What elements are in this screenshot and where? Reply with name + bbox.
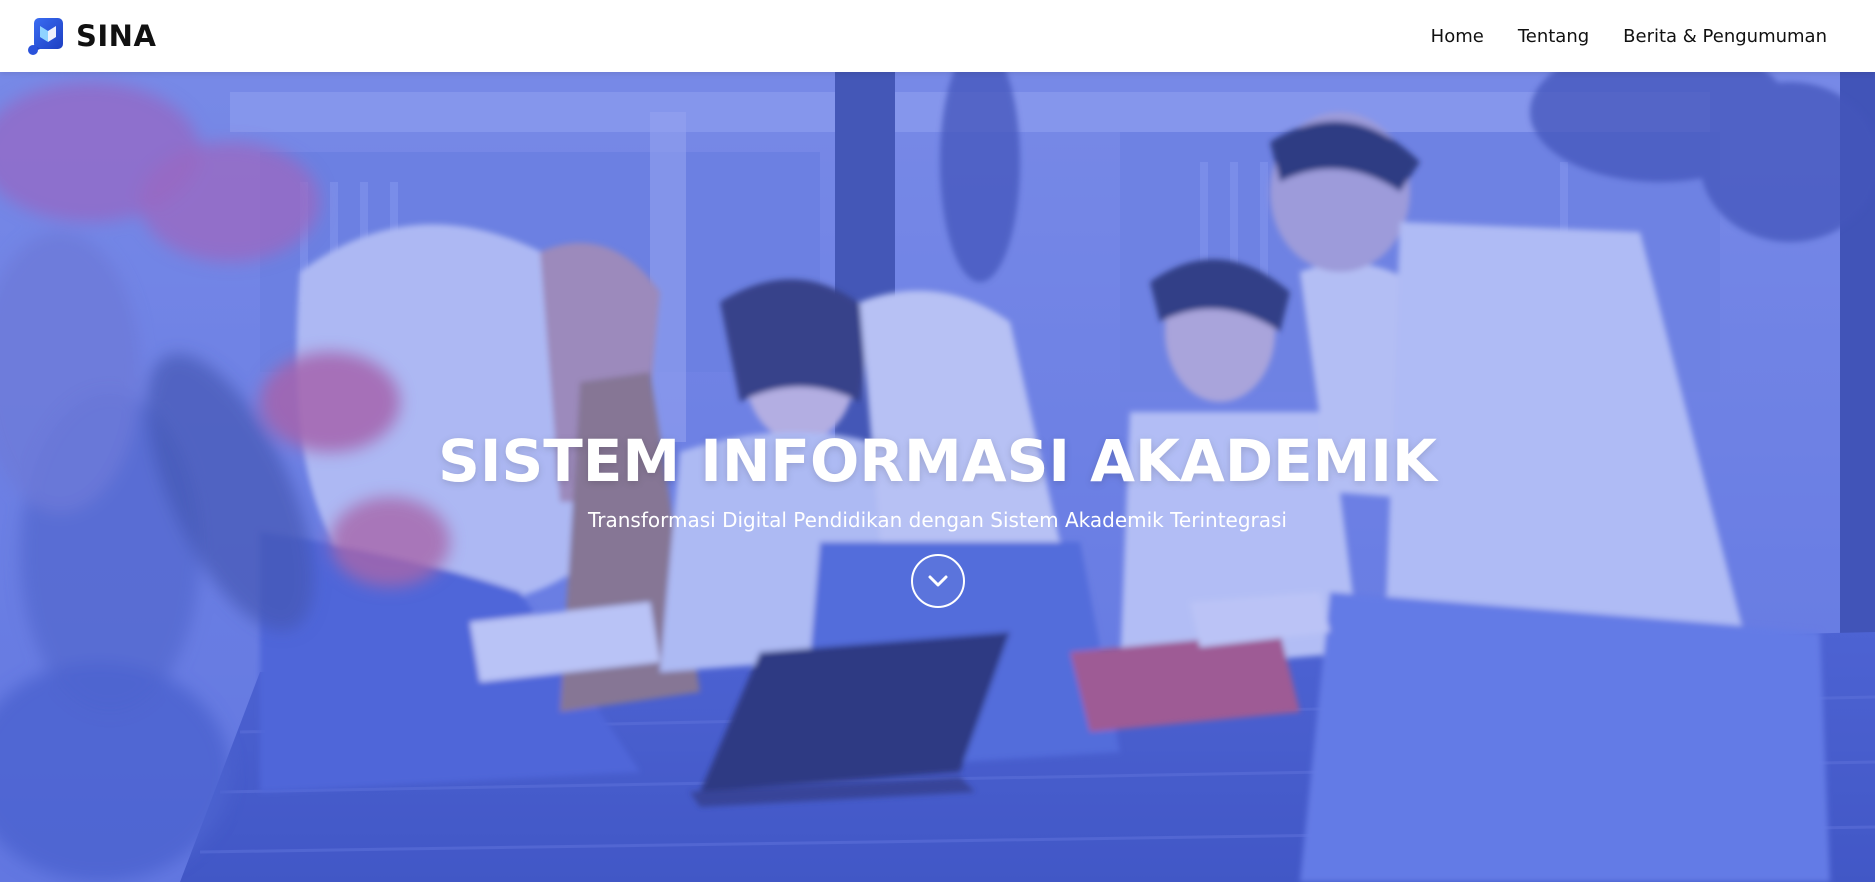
book-logo-icon: [28, 18, 63, 55]
nav-home-link[interactable]: Home: [1431, 26, 1484, 47]
hero-title: SISTEM INFORMASI AKADEMIK: [438, 427, 1437, 495]
hero-section: SISTEM INFORMASI AKADEMIK Transformasi D…: [0, 72, 1875, 882]
navbar: SINA Home Tentang Berita & Pengumuman: [0, 0, 1875, 72]
brand-name: SINA: [76, 19, 157, 53]
hero-subtitle: Transformasi Digital Pendidikan dengan S…: [588, 508, 1287, 532]
chevron-down-icon: [928, 575, 947, 587]
nav-tentang-link[interactable]: Tentang: [1518, 26, 1589, 47]
hero-content: SISTEM INFORMASI AKADEMIK Transformasi D…: [0, 72, 1875, 882]
brand-link[interactable]: SINA: [26, 15, 156, 57]
nav-berita-link[interactable]: Berita & Pengumuman: [1623, 26, 1827, 47]
scroll-down-button[interactable]: [910, 554, 965, 608]
main-nav: Home Tentang Berita & Pengumuman: [1397, 26, 1827, 47]
